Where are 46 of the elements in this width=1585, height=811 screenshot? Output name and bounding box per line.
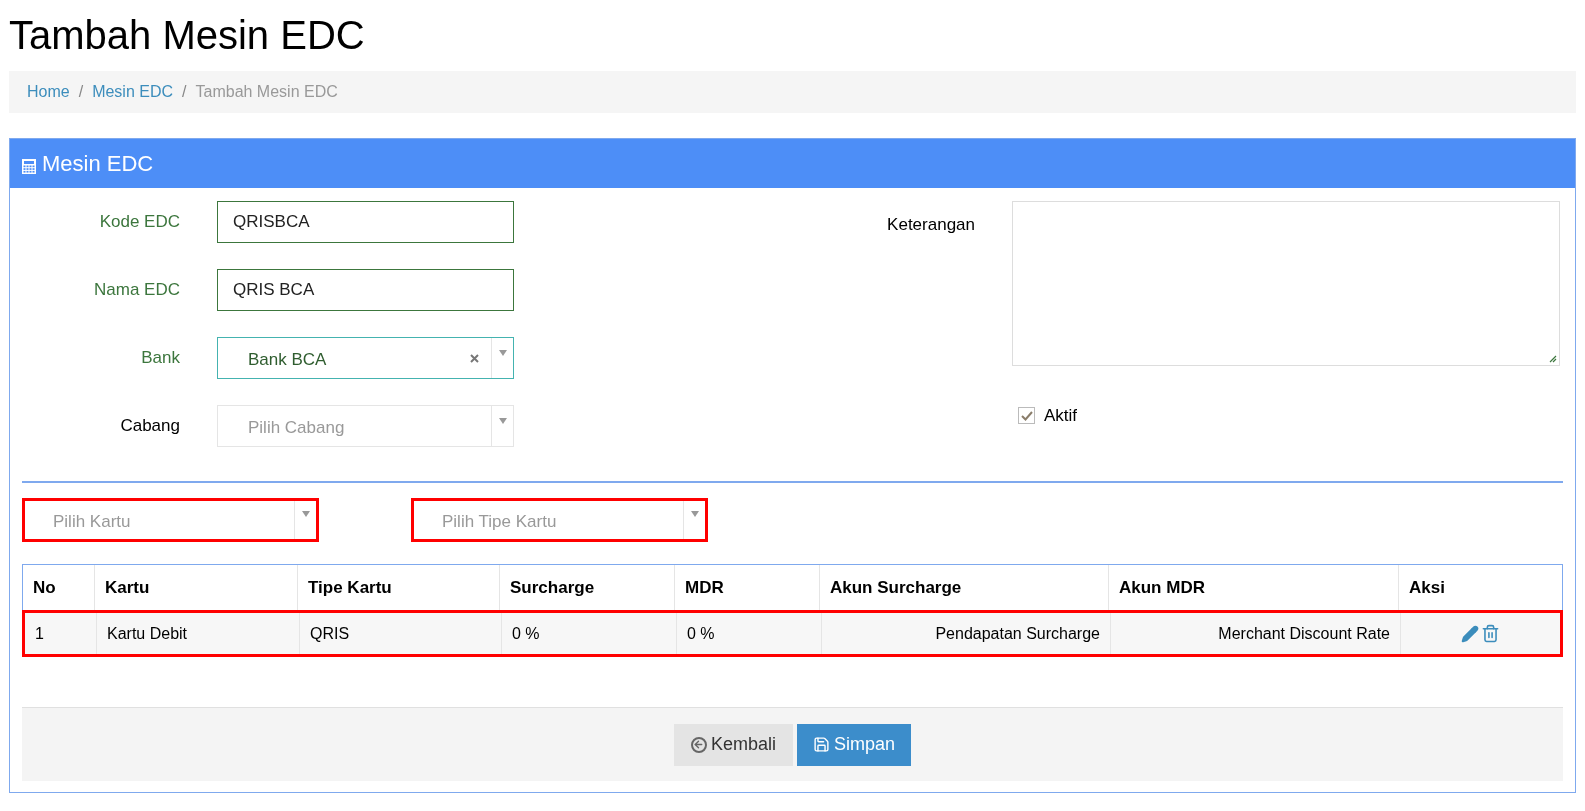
input-field[interactable]: QRISBCA <box>217 201 514 243</box>
checkbox-label: Aktif <box>1044 405 1078 427</box>
table-row[interactable]: 1 Kartu Debit QRIS 0 % 0 % Pendapatan Surcharge Merchant Discount Rate <box>22 610 1563 657</box>
edit-icon[interactable] <box>1461 624 1479 643</box>
back-button[interactable]: Kembali <box>673 723 793 766</box>
select-placeholder: Pilih Kartu <box>52 511 132 534</box>
select-field[interactable]: Bank BCA <box>217 337 514 379</box>
breadcrumb-link[interactable]: Mesin EDC <box>92 80 174 104</box>
table-cell: 0 % <box>677 613 822 654</box>
table-cell: QRIS <box>300 613 502 654</box>
field-label: Bank <box>140 347 180 370</box>
table-cell: Merchant Discount Rate <box>1111 613 1401 654</box>
select-placeholder: Pilih Tipe Kartu <box>441 511 558 534</box>
caret-icon <box>498 350 507 356</box>
caret-icon <box>301 511 310 517</box>
breadcrumb-current: Tambah Mesin EDC <box>195 82 338 102</box>
save-button[interactable]: Simpan <box>797 723 912 766</box>
table-cell: 0 % <box>502 613 677 654</box>
caret-icon <box>498 418 507 424</box>
delete-icon[interactable] <box>1481 624 1500 643</box>
select-field[interactable]: Pilih Kartu <box>22 498 319 542</box>
column-header: Aksi <box>1408 576 1446 599</box>
breadcrumb-separator: / <box>77 82 85 102</box>
select-placeholder: Pilih Cabang <box>247 416 346 439</box>
table-cell: Kartu Debit <box>97 613 300 654</box>
page-title: Tambah Mesin EDC <box>9 12 366 59</box>
caret-icon <box>690 511 699 517</box>
field-label: Nama EDC <box>93 279 180 302</box>
breadcrumb-link[interactable]: Home <box>27 80 70 104</box>
select-field[interactable]: Pilih Cabang <box>217 405 514 447</box>
select-value: Bank BCA <box>247 348 328 371</box>
table-cell: 1 <box>25 613 97 654</box>
field-label: Cabang <box>119 415 180 438</box>
textarea-field[interactable] <box>1012 201 1560 366</box>
aktif-checkbox[interactable] <box>1018 407 1035 425</box>
select-field[interactable]: Pilih Tipe Kartu <box>411 498 708 542</box>
table-cell: Pendapatan Surcharge <box>822 613 1111 654</box>
resize-handle-icon[interactable] <box>1549 355 1557 363</box>
input-field[interactable]: QRIS BCA <box>217 269 514 311</box>
clear-icon[interactable] <box>470 353 479 363</box>
field-label: Keterangan <box>886 214 975 236</box>
panel-title: Mesin EDC <box>42 150 154 178</box>
breadcrumb-separator: / <box>181 82 188 102</box>
calculator-icon <box>22 159 36 174</box>
check-icon <box>1020 410 1033 421</box>
field-label: Kode EDC <box>98 211 180 234</box>
